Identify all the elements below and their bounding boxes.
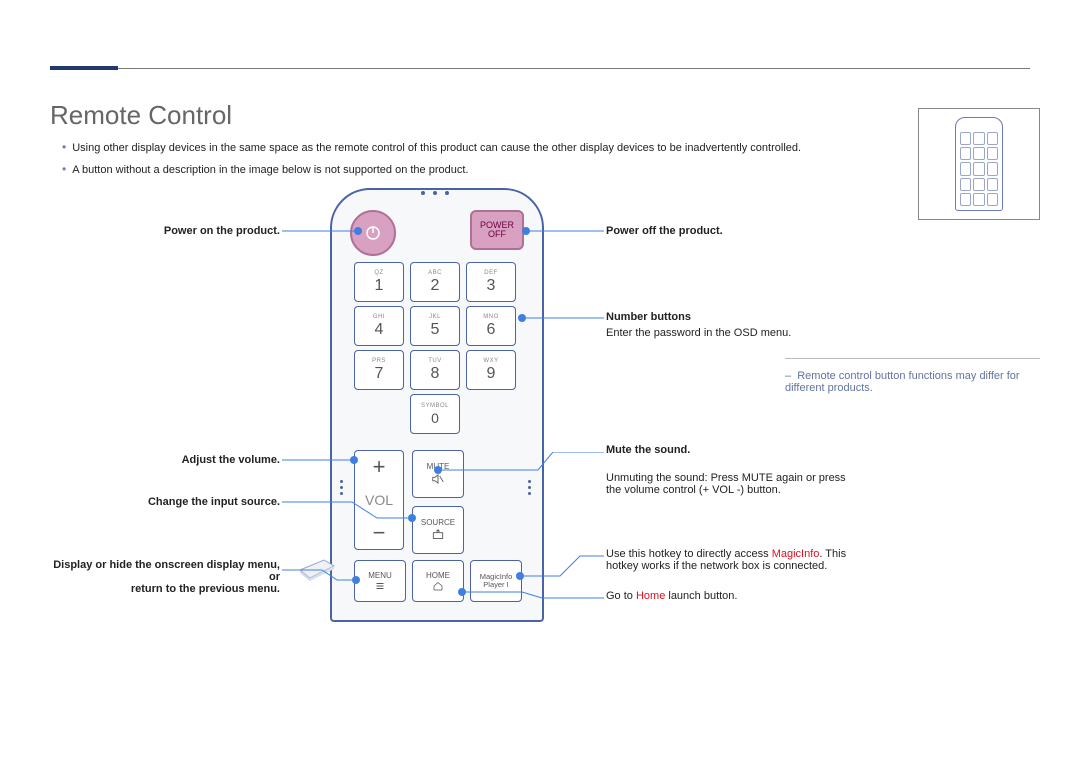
dot-power-on — [354, 227, 362, 235]
leader-magicinfo — [520, 550, 604, 580]
key-9[interactable]: WXY9 — [466, 350, 516, 390]
leader-numbers — [522, 310, 604, 324]
leader-power-off — [526, 218, 604, 238]
key-9-abc: WXY — [483, 358, 498, 364]
dot-adjust-volume — [350, 456, 358, 464]
menu-icon — [374, 580, 386, 592]
remote-top-dots — [417, 182, 457, 192]
key-2-num: 2 — [431, 277, 440, 295]
volume-down[interactable]: − — [355, 517, 403, 549]
bullet-text-2: A button without a description in the im… — [72, 164, 468, 176]
callout-magicinfo-token: MagicInfo — [772, 548, 820, 560]
leader-home — [462, 588, 604, 604]
key-8[interactable]: TUV8 — [410, 350, 460, 390]
callout-adjust-volume: Adjust the volume. — [60, 454, 280, 466]
side-dots-right — [528, 480, 534, 495]
bullet-text-1: Using other display devices in the same … — [72, 142, 801, 154]
source-text: SOURCE — [421, 518, 455, 527]
callout-mute: Mute the sound. Unmuting the sound: Pres… — [606, 444, 866, 496]
source-button[interactable]: SOURCE — [412, 506, 464, 554]
callout-home-before: Go to — [606, 590, 636, 602]
callout-power-off: Power off the product. — [606, 225, 723, 237]
header-rule-accent — [50, 66, 118, 70]
dot-menu — [352, 576, 360, 584]
key-4-abc: GHI — [373, 314, 385, 320]
key-6-abc: MNO — [483, 314, 499, 320]
leader-mute — [438, 452, 604, 476]
key-5-abc: JKL — [429, 314, 441, 320]
dot-magicinfo — [516, 572, 524, 580]
key-3-abc: DEF — [484, 270, 498, 276]
leader-menu — [282, 560, 362, 585]
key-4[interactable]: GHI4 — [354, 306, 404, 346]
key-6[interactable]: MNO6 — [466, 306, 516, 346]
leader-change-source — [282, 490, 417, 520]
note-text: Remote control button functions may diff… — [785, 370, 1040, 394]
key-0[interactable]: SYMBOL0 — [410, 394, 460, 434]
callout-numbers-desc: Enter the password in the OSD menu. — [606, 327, 791, 339]
key-5[interactable]: JKL5 — [410, 306, 460, 346]
key-6-num: 6 — [487, 321, 496, 339]
key-0-abc: SYMBOL — [421, 403, 449, 409]
volume-up[interactable]: + — [355, 451, 403, 483]
power-off-label: POWER OFF — [480, 221, 514, 240]
key-1-num: 1 — [375, 277, 384, 295]
callout-change-source: Change the input source. — [60, 496, 280, 508]
callout-home-after: launch button. — [665, 590, 737, 602]
key-2[interactable]: ABC2 — [410, 262, 460, 302]
callout-mute-before: Unmuting the sound: Press — [606, 472, 742, 484]
menu-text: MENU — [368, 571, 392, 580]
key-1-abc: QZ — [374, 270, 383, 276]
key-2-abc: ABC — [428, 270, 442, 276]
remote-thumbnail-frame — [918, 108, 1040, 220]
key-3-num: 3 — [487, 277, 496, 295]
key-0-num: 0 — [431, 410, 439, 426]
magicinfo-text: MagicInfo Player I — [480, 573, 513, 589]
power-off-button[interactable]: POWER OFF — [470, 210, 524, 250]
dot-change-source — [408, 514, 416, 522]
key-4-num: 4 — [375, 321, 384, 339]
home-text: HOME — [426, 571, 450, 580]
callout-mute-token: MUTE — [742, 472, 773, 484]
dot-mute — [434, 466, 442, 474]
source-icon — [431, 528, 445, 542]
home-button[interactable]: HOME — [412, 560, 464, 602]
key-5-num: 5 — [431, 321, 440, 339]
key-7-abc: PRS — [372, 358, 386, 364]
caution-bullets: Using other display devices in the same … — [62, 140, 801, 184]
callout-home: Go to Home launch button. — [606, 590, 737, 602]
key-3[interactable]: DEF3 — [466, 262, 516, 302]
callout-magicinfo-before: Use this hotkey to directly access — [606, 548, 772, 560]
dot-numbers — [518, 314, 526, 322]
dot-power-off — [522, 227, 530, 235]
callout-home-token: Home — [636, 590, 665, 602]
callout-numbers: Number buttons Enter the password in the… — [606, 311, 791, 339]
key-8-abc: TUV — [428, 358, 442, 364]
remote-thumbnail — [955, 117, 1003, 211]
page-title: Remote Control — [50, 100, 232, 131]
note-rule — [785, 358, 1040, 359]
key-7[interactable]: PRS7 — [354, 350, 404, 390]
key-8-num: 8 — [431, 365, 440, 383]
header-rule — [50, 68, 1030, 69]
callout-power-on: Power on the product. — [60, 225, 280, 237]
remote-body: POWER OFF QZ1 ABC2 DEF3 GHI4 JKL5 MNO6 P… — [330, 188, 544, 622]
key-7-num: 7 — [375, 365, 384, 383]
number-keypad: QZ1 ABC2 DEF3 GHI4 JKL5 MNO6 PRS7 TUV8 W… — [354, 262, 516, 434]
callout-numbers-title: Number buttons — [606, 311, 791, 323]
dot-home — [458, 588, 466, 596]
key-9-num: 9 — [487, 365, 496, 383]
home-icon — [432, 580, 444, 592]
callout-magicinfo: Use this hotkey to directly access Magic… — [606, 548, 886, 572]
callout-mute-title: Mute the sound. — [606, 444, 866, 456]
key-1[interactable]: QZ1 — [354, 262, 404, 302]
callout-menu: Display or hide the onscreen display men… — [40, 559, 280, 595]
